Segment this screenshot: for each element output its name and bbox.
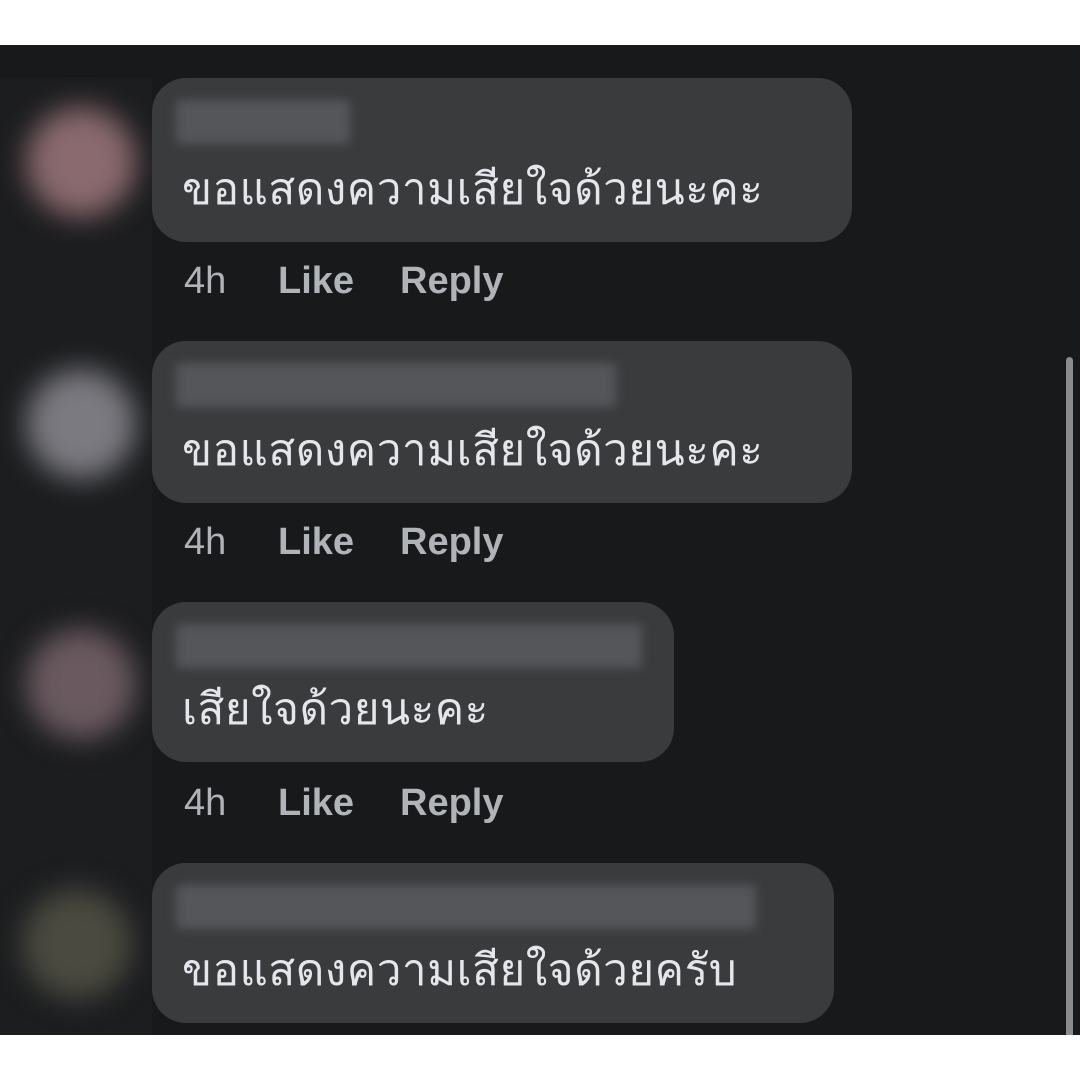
like-button[interactable]: Like xyxy=(278,521,400,564)
comment-actions: 4h Like Reply xyxy=(184,782,503,825)
comment-bubble: เสียใจด้วยนะคะ xyxy=(152,602,674,762)
comment-timestamp[interactable]: 4h xyxy=(184,782,278,825)
comment-text: ขอแสดงความเสียใจด้วยครับ xyxy=(182,945,738,996)
avatar-column xyxy=(0,77,152,1035)
author-name-redacted[interactable] xyxy=(176,100,350,144)
reply-button[interactable]: Reply xyxy=(400,260,503,303)
comment-item: เสียใจด้วยนะคะ 4h Like Reply xyxy=(152,602,674,824)
comment-item: ขอแสดงความเสียใจด้วยนะคะ 4h Like Reply xyxy=(152,78,852,302)
like-button[interactable]: Like xyxy=(278,782,400,825)
comment-item: ขอแสดงความเสียใจด้วยครับ xyxy=(152,863,834,1023)
comment-actions: 4h Like Reply xyxy=(184,521,503,564)
reply-button[interactable]: Reply xyxy=(400,782,503,825)
comments-panel: ขอแสดงความเสียใจด้วยนะคะ 4h Like Reply ข… xyxy=(0,45,1080,1035)
avatar[interactable] xyxy=(26,107,136,217)
scrollbar[interactable] xyxy=(1066,357,1073,1035)
author-name-redacted[interactable] xyxy=(176,624,642,668)
comment-timestamp[interactable]: 4h xyxy=(184,521,278,564)
comment-bubble: ขอแสดงความเสียใจด้วยนะคะ xyxy=(152,78,852,242)
avatar[interactable] xyxy=(26,629,136,739)
avatar[interactable] xyxy=(26,369,136,479)
comment-actions: 4h Like Reply xyxy=(184,260,503,303)
author-name-redacted[interactable] xyxy=(176,363,616,407)
comment-text: เสียใจด้วยนะคะ xyxy=(182,684,489,735)
like-button[interactable]: Like xyxy=(278,260,400,303)
author-name-redacted[interactable] xyxy=(176,885,756,929)
avatar[interactable] xyxy=(22,889,132,999)
comment-item: ขอแสดงความเสียใจด้วยนะคะ 4h Like Reply xyxy=(152,341,852,563)
comment-timestamp[interactable]: 4h xyxy=(184,260,278,303)
comment-text: ขอแสดงความเสียใจด้วยนะคะ xyxy=(182,164,764,215)
comment-text: ขอแสดงความเสียใจด้วยนะคะ xyxy=(182,425,764,476)
comment-bubble: ขอแสดงความเสียใจด้วยนะคะ xyxy=(152,341,852,503)
reply-button[interactable]: Reply xyxy=(400,521,503,564)
comment-bubble: ขอแสดงความเสียใจด้วยครับ xyxy=(152,863,834,1023)
